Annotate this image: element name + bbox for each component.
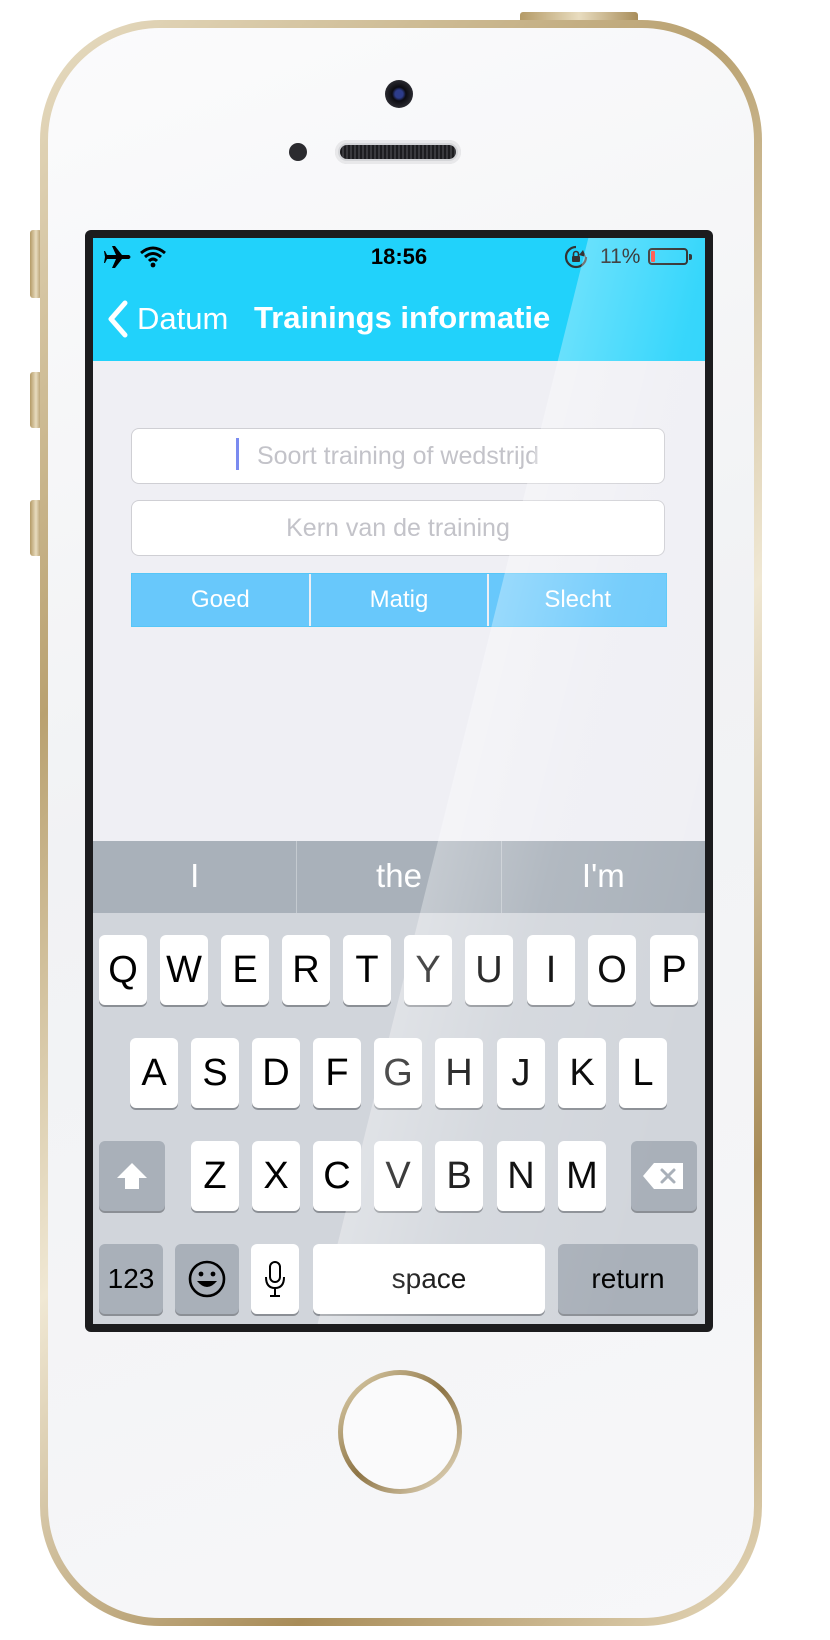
key-x[interactable]: X	[252, 1141, 300, 1211]
emoji-key[interactable]	[175, 1244, 239, 1314]
key-e[interactable]: E	[221, 935, 269, 1005]
microphone-icon	[265, 1261, 285, 1297]
status-bar: 18:56 11%	[93, 238, 705, 278]
delete-key[interactable]	[631, 1141, 697, 1211]
screen: 18:56 11% Datum Trainings informatie Soo…	[93, 238, 705, 1324]
space-key[interactable]: space	[313, 1244, 545, 1314]
emoji-icon	[188, 1260, 226, 1298]
text-cursor	[236, 438, 239, 470]
rotation-lock-icon	[563, 244, 589, 275]
key-i[interactable]: I	[527, 935, 575, 1005]
navigation-bar: 18:56 11% Datum Trainings informatie	[93, 238, 705, 361]
key-z[interactable]: Z	[191, 1141, 239, 1211]
home-button[interactable]	[338, 1370, 462, 1494]
key-y[interactable]: Y	[404, 935, 452, 1005]
key-s[interactable]: S	[191, 1038, 239, 1108]
battery-level	[651, 251, 655, 262]
segment-slecht[interactable]: Slecht	[487, 574, 667, 626]
segment-goed[interactable]: Goed	[132, 574, 309, 626]
backspace-icon	[643, 1163, 683, 1189]
key-l[interactable]: L	[619, 1038, 667, 1108]
key-v[interactable]: V	[374, 1141, 422, 1211]
return-key[interactable]: return	[558, 1244, 698, 1314]
page-title: Trainings informatie	[254, 300, 551, 335]
chevron-left-icon	[108, 300, 128, 338]
battery-icon	[648, 248, 692, 265]
back-button-label: Datum	[137, 301, 229, 336]
predictive-text-bar: I the I'm	[93, 841, 705, 913]
dictation-key[interactable]	[251, 1244, 299, 1314]
battery-percentage: 11%	[600, 245, 641, 268]
shift-key[interactable]	[99, 1141, 165, 1211]
numbers-key[interactable]: 123	[99, 1244, 163, 1314]
suggestion-3[interactable]: I'm	[500, 841, 705, 913]
rating-segmented-control: Goed Matig Slecht	[131, 573, 667, 627]
key-p[interactable]: P	[650, 935, 698, 1005]
front-camera	[385, 80, 413, 108]
key-b[interactable]: B	[435, 1141, 483, 1211]
key-a[interactable]: A	[130, 1038, 178, 1108]
keyboard: Q W E R T Y U I O P A S D F G H J K L Z …	[93, 913, 705, 1324]
key-o[interactable]: O	[588, 935, 636, 1005]
key-r[interactable]: R	[282, 935, 330, 1005]
segment-matig[interactable]: Matig	[308, 574, 488, 626]
training-core-input[interactable]	[131, 500, 665, 556]
earpiece-speaker	[335, 140, 461, 164]
suggestion-1[interactable]: I	[93, 841, 296, 913]
key-n[interactable]: N	[497, 1141, 545, 1211]
key-c[interactable]: C	[313, 1141, 361, 1211]
training-type-input[interactable]	[131, 428, 665, 484]
key-g[interactable]: G	[374, 1038, 422, 1108]
key-j[interactable]: J	[497, 1038, 545, 1108]
key-k[interactable]: K	[558, 1038, 606, 1108]
key-w[interactable]: W	[160, 935, 208, 1005]
shift-arrow-icon	[117, 1163, 147, 1189]
proximity-sensor	[289, 143, 307, 161]
key-t[interactable]: T	[343, 935, 391, 1005]
key-d[interactable]: D	[252, 1038, 300, 1108]
back-button[interactable]: Datum	[107, 294, 228, 344]
suggestion-2[interactable]: the	[296, 841, 500, 913]
key-h[interactable]: H	[435, 1038, 483, 1108]
key-f[interactable]: F	[313, 1038, 361, 1108]
key-m[interactable]: M	[558, 1141, 606, 1211]
key-q[interactable]: Q	[99, 935, 147, 1005]
key-u[interactable]: U	[465, 935, 513, 1005]
